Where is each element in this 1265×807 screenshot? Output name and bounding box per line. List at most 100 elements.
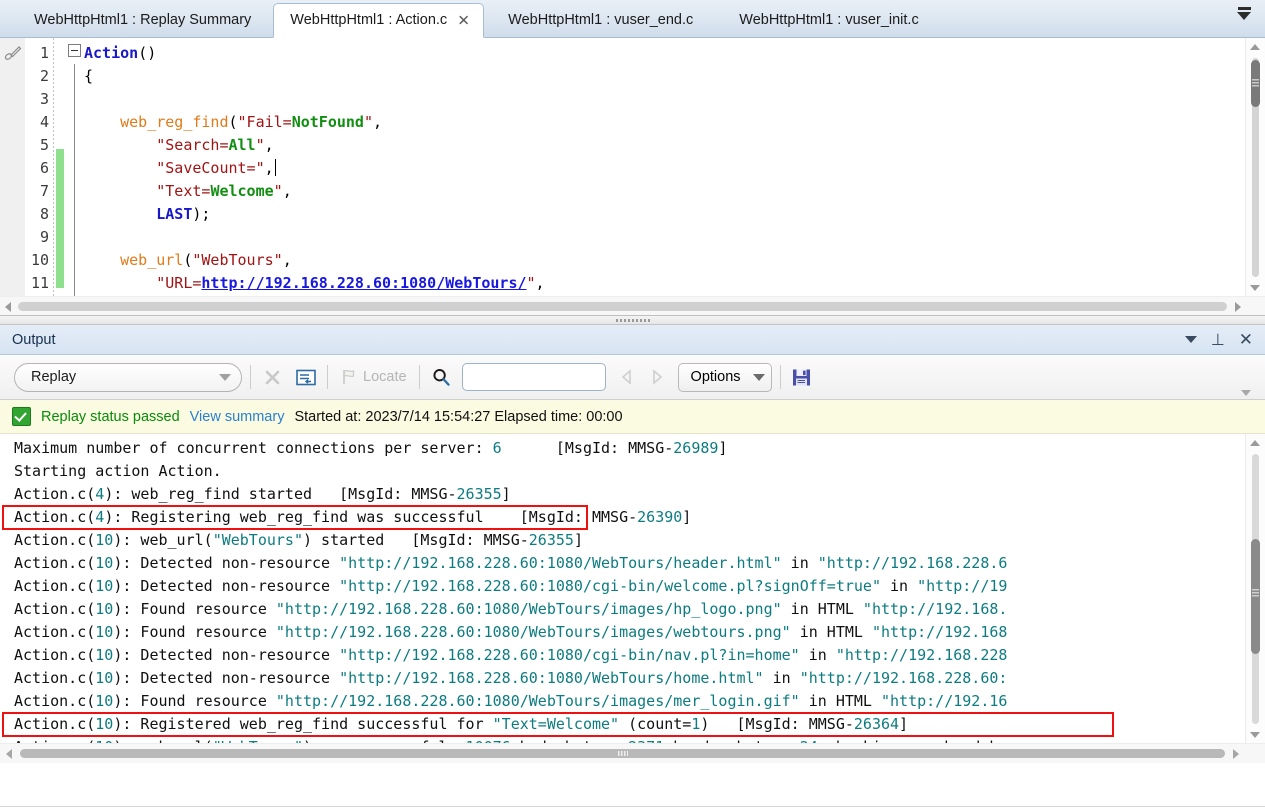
toolbar-spacer: [823, 355, 1257, 399]
nav-prev-icon[interactable]: [618, 367, 638, 387]
log-token: "http://192.168.228.60:1080/WebTours/hom…: [339, 669, 764, 687]
log-token: in: [880, 577, 918, 595]
floppy-save-icon[interactable]: [789, 364, 815, 390]
code-token: ,: [264, 159, 274, 177]
chevron-down-icon[interactable]: [219, 373, 231, 381]
tab-vuser-init-c[interactable]: WebHttpHtml1 : vuser_init.c: [723, 4, 934, 37]
scroll-thumb[interactable]: [1251, 60, 1260, 107]
search-input[interactable]: [461, 363, 606, 391]
log-token: 4: [95, 485, 105, 503]
log-token: ]: [501, 485, 511, 503]
scroll-down-icon[interactable]: [1250, 285, 1260, 291]
magnifier-icon[interactable]: [428, 364, 454, 390]
scroll-right-icon[interactable]: [1233, 749, 1239, 759]
word-wrap-icon[interactable]: [293, 364, 319, 390]
options-button[interactable]: Options: [677, 362, 772, 392]
output-log-area[interactable]: Maximum number of concurrent connections…: [0, 434, 1265, 763]
log-token: 10: [95, 646, 114, 664]
scroll-up-icon[interactable]: [1250, 440, 1260, 446]
scroll-left-icon[interactable]: [5, 302, 11, 312]
chevron-down-icon[interactable]: [752, 373, 765, 381]
log-token: "http://192.168: [871, 623, 1008, 641]
dropdown-menu-icon[interactable]: [1184, 336, 1197, 343]
code-line: "SaveCount=",: [84, 157, 1245, 180]
line-number: 5: [39, 136, 49, 154]
log-vertical-scrollbar[interactable]: [1245, 434, 1265, 744]
code-token: web_reg_find: [120, 113, 229, 131]
code-line: "Text=Welcome",: [84, 180, 1245, 203]
log-horizontal-scrollbar[interactable]: [0, 743, 1265, 763]
code-token: ": [273, 182, 283, 200]
locate-button[interactable]: Locate: [336, 368, 411, 386]
code-editor[interactable]: 1 2 3 4 5 6 7 8 9 10 11 Action() { web_re…: [0, 38, 1265, 316]
collapse-minus-icon[interactable]: [68, 44, 81, 57]
toolbar-divider: [327, 365, 328, 389]
log-token: Action.c(: [14, 646, 96, 664]
locate-label: Locate: [363, 369, 407, 385]
fold-scope-line: [74, 64, 75, 297]
tab-replay-summary[interactable]: WebHttpHtml1 : Replay Summary: [18, 4, 267, 37]
toolbar-overflow-icon[interactable]: [1241, 390, 1251, 396]
log-token: ]: [899, 715, 909, 733]
log-token: Action.c(: [14, 554, 96, 572]
log-token: 10: [95, 531, 114, 549]
tab-vuser-end-c[interactable]: WebHttpHtml1 : vuser_end.c: [492, 4, 709, 37]
editor-gutter[interactable]: [0, 38, 26, 297]
tab-list-dropdown-icon[interactable]: [1233, 7, 1255, 31]
output-log-content[interactable]: Maximum number of concurrent connections…: [14, 437, 1243, 759]
clear-x-icon[interactable]: [259, 364, 285, 390]
pin-icon[interactable]: ⊥: [1211, 331, 1225, 348]
unsaved-change-marker: [56, 149, 64, 288]
replay-status-bar: Replay status passed View summary Starte…: [0, 400, 1265, 434]
splitter-grip[interactable]: [615, 319, 650, 322]
text-cursor: [274, 159, 276, 176]
close-icon[interactable]: ✕: [456, 13, 471, 28]
line-number: 8: [39, 205, 49, 223]
code-line: Action(): [84, 42, 1245, 65]
log-line: Starting action Action.: [14, 460, 1243, 483]
log-token: 10: [95, 669, 114, 687]
nav-next-icon[interactable]: [646, 367, 666, 387]
status-badge: Replay status passed: [41, 408, 180, 425]
editor-horizontal-scrollbar[interactable]: [0, 296, 1265, 315]
editor-vertical-scrollbar[interactable]: [1245, 38, 1265, 297]
log-line: Action.c(10): web_url("WebTours") starte…: [14, 529, 1243, 552]
log-token: 1: [691, 715, 701, 733]
line-number: 10: [30, 251, 49, 269]
log-token: Action.c(: [14, 531, 96, 549]
close-icon[interactable]: ✕: [1239, 331, 1253, 348]
log-token: "http://192.168.228.6: [817, 554, 1008, 572]
code-line: "URL=http://192.168.228.60:1080/WebTours…: [84, 272, 1245, 295]
panel-splitter[interactable]: [0, 316, 1265, 325]
log-token: ]: [573, 531, 583, 549]
log-token: Action.c(: [14, 508, 96, 526]
log-token: 10: [95, 623, 114, 641]
code-content[interactable]: Action(){ web_reg_find("Fail=NotFound", …: [84, 42, 1245, 297]
scroll-up-icon[interactable]: [1250, 44, 1260, 50]
code-token: ,: [282, 182, 292, 200]
log-line: Maximum number of concurrent connections…: [14, 437, 1243, 460]
tab-label: WebHttpHtml1 : Action.c: [290, 12, 448, 28]
log-token: ): Detected non-resource: [113, 577, 340, 595]
log-token: 10: [95, 554, 114, 572]
scroll-track[interactable]: [18, 302, 1227, 311]
output-source-select[interactable]: Replay: [14, 362, 242, 392]
scroll-left-icon[interactable]: [6, 749, 12, 759]
code-folding-gutter[interactable]: [66, 38, 84, 297]
log-token: ): Found resource: [113, 692, 276, 710]
view-summary-link[interactable]: View summary: [190, 409, 285, 425]
log-line: Action.c(10): Detected non-resource "htt…: [14, 667, 1243, 690]
log-token: ): web_url(: [113, 531, 213, 549]
scroll-thumb[interactable]: [20, 749, 1225, 758]
log-token: ) started [MsgId: MMSG-: [303, 531, 529, 549]
scroll-down-icon[interactable]: [1250, 732, 1260, 738]
scroll-thumb[interactable]: [1251, 539, 1260, 654]
vugen-window: WebHttpHtml1 : Replay Summary WebHttpHtm…: [0, 0, 1265, 807]
code-token: ": [363, 113, 373, 131]
tab-action-c[interactable]: WebHttpHtml1 : Action.c ✕: [273, 3, 485, 38]
scroll-right-icon[interactable]: [1235, 302, 1241, 312]
